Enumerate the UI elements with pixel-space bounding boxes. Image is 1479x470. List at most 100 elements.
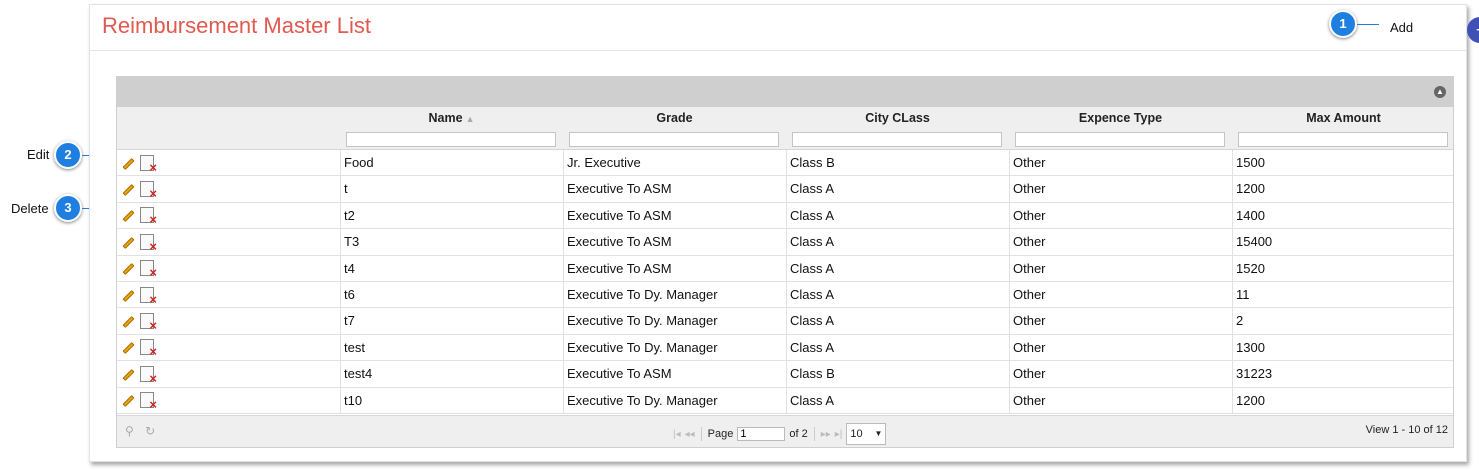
delete-icon[interactable] xyxy=(140,286,157,307)
cell-city-class: Class A xyxy=(786,334,1009,361)
pager-separator xyxy=(813,427,815,441)
filter-city-class-input[interactable] xyxy=(792,132,1002,147)
cell-grade: Executive To ASM xyxy=(563,255,786,281)
delete-icon[interactable] xyxy=(140,207,157,227)
cell-max-amount: 2 xyxy=(1232,308,1455,334)
edit-icon[interactable] xyxy=(121,208,135,222)
column-header-expence-type[interactable]: Expence Type xyxy=(1009,107,1232,129)
cell-name: t6 xyxy=(340,281,563,308)
filter-expence-type-input[interactable] xyxy=(1015,132,1225,147)
records-summary: View 1 - 10 of 12 xyxy=(1365,424,1448,436)
delete-icon[interactable] xyxy=(140,154,157,175)
cell-city-class: Class B xyxy=(786,150,1009,176)
edit-icon[interactable] xyxy=(121,340,135,354)
cell-grade: Executive To ASM xyxy=(563,202,786,229)
row-actions xyxy=(117,256,340,281)
cell-max-amount: 1500 xyxy=(1232,150,1455,176)
edit-callout-badge: 2 xyxy=(54,141,82,169)
cell-max-amount: 1200 xyxy=(1232,176,1455,202)
cell-grade: Executive To ASM xyxy=(563,229,786,255)
delete-icon[interactable] xyxy=(140,365,157,386)
page-number-input[interactable] xyxy=(737,427,786,441)
edit-icon[interactable] xyxy=(121,156,135,170)
refresh-icon[interactable]: ↻ xyxy=(145,424,155,438)
cell-city-class: Class A xyxy=(786,387,1009,413)
row-actions xyxy=(117,203,340,228)
reimbursement-grid: ▲ Name ▲ Grade City CLass Expence Type Ma… xyxy=(116,76,1454,448)
cell-expence-type: Other xyxy=(1009,308,1232,334)
search-icon[interactable]: ⚲ xyxy=(125,424,134,438)
cell-expence-type: Other xyxy=(1009,281,1232,308)
cell-expence-type: Other xyxy=(1009,334,1232,361)
actions-filter-cell xyxy=(117,129,340,149)
delete-icon[interactable] xyxy=(140,260,157,280)
cell-city-class: Class A xyxy=(786,308,1009,334)
delete-icon[interactable] xyxy=(140,233,157,254)
edit-icon[interactable] xyxy=(121,235,135,249)
row-actions xyxy=(117,388,340,413)
next-page-icon[interactable]: ▸▸ xyxy=(821,429,831,440)
table-row: test4Executive To ASMClass BOther31223 xyxy=(117,361,1455,388)
table-row: t10Executive To Dy. ManagerClass AOther1… xyxy=(117,387,1453,414)
pager-separator xyxy=(700,427,702,441)
edit-icon[interactable] xyxy=(121,314,135,328)
cell-max-amount: 1400 xyxy=(1232,202,1455,229)
cell-max-amount: 1520 xyxy=(1232,255,1455,281)
delete-icon[interactable] xyxy=(140,181,157,201)
table-row: FoodJr. ExecutiveClass BOther1500 xyxy=(117,150,1455,177)
column-header-city-class[interactable]: City CLass xyxy=(786,107,1009,129)
collapse-icon[interactable]: ▲ xyxy=(1434,86,1446,98)
column-header-max-amount[interactable]: Max Amount xyxy=(1232,107,1455,129)
edit-icon[interactable] xyxy=(121,182,135,196)
cell-grade: Executive To Dy. Manager xyxy=(563,281,786,308)
cell-max-amount: 1300 xyxy=(1232,334,1455,361)
first-page-icon[interactable]: |◂ xyxy=(673,429,681,440)
edit-icon[interactable] xyxy=(121,367,135,381)
edit-icon[interactable] xyxy=(121,261,135,275)
filter-max-amount-input[interactable] xyxy=(1238,132,1448,147)
cell-name: t2 xyxy=(340,202,563,229)
cell-expence-type: Other xyxy=(1009,229,1232,255)
cell-expence-type: Other xyxy=(1009,176,1232,202)
table-row: t2Executive To ASMClass AOther1400 xyxy=(117,202,1455,230)
title-divider xyxy=(90,50,1466,51)
row-actions xyxy=(117,361,340,386)
table-row: t7Executive To Dy. ManagerClass AOther2 xyxy=(117,308,1455,335)
delete-icon[interactable] xyxy=(140,392,157,412)
last-page-icon[interactable]: ▸| xyxy=(835,429,843,440)
cell-grade: Executive To ASM xyxy=(563,361,786,387)
cell-grade: Executive To ASM xyxy=(563,176,786,202)
cell-grade: Executive To Dy. Manager xyxy=(563,387,786,413)
edit-icon[interactable] xyxy=(121,393,135,407)
page-label: Page xyxy=(707,428,734,440)
delete-callout-label: Delete xyxy=(11,201,49,216)
page-size-select[interactable]: 10 xyxy=(846,423,887,445)
add-callout-badge: 1 xyxy=(1329,10,1357,38)
column-header-grade[interactable]: Grade xyxy=(563,107,786,129)
cell-city-class: Class A xyxy=(786,281,1009,308)
table-row: testExecutive To Dy. ManagerClass AOther… xyxy=(117,334,1455,362)
cell-city-class: Class B xyxy=(786,361,1009,387)
sort-icon[interactable]: ▲ xyxy=(466,114,475,124)
row-actions xyxy=(117,308,340,333)
cell-name: T3 xyxy=(340,229,563,255)
cell-expence-type: Other xyxy=(1009,361,1232,387)
row-actions xyxy=(117,335,340,360)
cell-name: t7 xyxy=(340,308,563,334)
edit-icon[interactable] xyxy=(121,288,135,302)
cell-max-amount: 31223 xyxy=(1232,361,1455,387)
delete-icon[interactable] xyxy=(140,313,157,333)
table-row: t6Executive To Dy. ManagerClass AOther11 xyxy=(117,281,1453,309)
filter-grade-input[interactable] xyxy=(569,132,779,147)
cell-name: t4 xyxy=(340,255,563,281)
filter-name-input[interactable] xyxy=(346,132,556,147)
cell-grade: Executive To Dy. Manager xyxy=(563,308,786,334)
cell-max-amount: 15400 xyxy=(1232,229,1455,255)
add-button[interactable]: + xyxy=(1467,17,1479,43)
add-callout-label: Add xyxy=(1390,20,1414,35)
delete-icon[interactable] xyxy=(140,339,157,359)
column-header-name[interactable]: Name ▲ xyxy=(340,107,563,129)
prev-page-icon[interactable]: ◂◂ xyxy=(685,429,695,440)
cell-city-class: Class A xyxy=(786,202,1009,229)
table-row: tExecutive To ASMClass AOther1200 xyxy=(117,176,1455,203)
